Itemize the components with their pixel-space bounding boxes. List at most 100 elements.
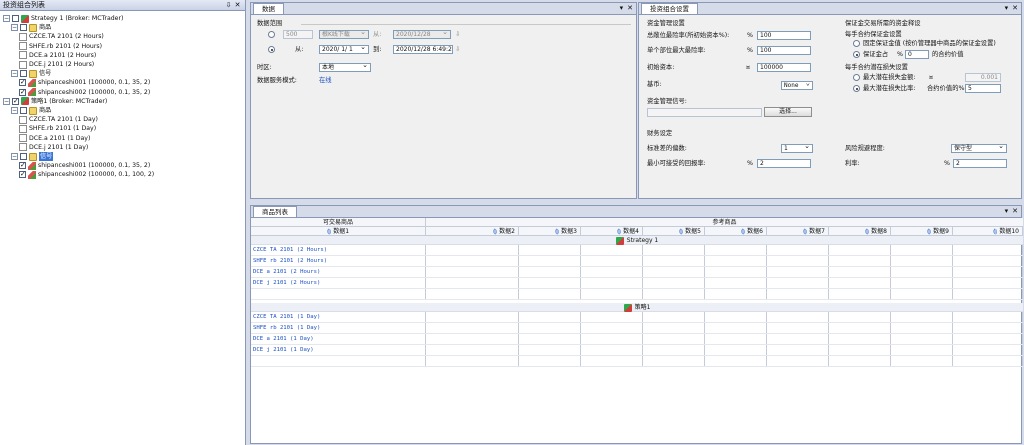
instrument-cell[interactable]: DCE j 2101 (1 Day) [251, 345, 426, 355]
total-risk-input[interactable]: 100 [757, 31, 811, 40]
data-cell[interactable] [643, 289, 705, 299]
data-cell[interactable] [426, 289, 519, 299]
data-cell[interactable] [426, 278, 519, 288]
table-row[interactable]: SHFE rb 2101 (1 Day) [251, 323, 1023, 334]
tree-checkbox[interactable] [12, 15, 19, 22]
min-return-input[interactable]: 2 [757, 159, 811, 168]
data-cell[interactable] [251, 356, 426, 366]
data-cell[interactable] [767, 345, 829, 355]
tree-node[interactable]: CZCE.TA 2101 (1 Day) [19, 115, 98, 124]
instrument-cell[interactable]: CZCE TA 2101 (2 Hours) [251, 245, 426, 255]
std-dev-select[interactable]: 1 [781, 143, 813, 153]
column-header[interactable]: ⟬⟭ 数据4 [581, 227, 643, 235]
data-cell[interactable] [953, 334, 1023, 344]
single-risk-input[interactable]: 100 [757, 46, 811, 55]
tree-node[interactable]: − 信号 [11, 152, 54, 161]
collapse-icon[interactable]: − [11, 24, 18, 32]
data-cell[interactable] [767, 256, 829, 266]
data-cell[interactable] [829, 256, 891, 266]
data-cell[interactable] [519, 278, 581, 288]
bars-unit-select[interactable]: 根K线下载 [319, 29, 369, 39]
margin-pct-radio[interactable] [853, 51, 860, 58]
data-cell[interactable] [705, 245, 767, 255]
data-cell[interactable] [891, 334, 953, 344]
money-signal-input[interactable] [647, 108, 762, 117]
data-cell[interactable] [891, 256, 953, 266]
tree-checkbox[interactable] [19, 78, 26, 87]
tree-checkbox[interactable] [12, 97, 19, 106]
tree-checkbox[interactable] [20, 107, 27, 114]
data-cell[interactable] [891, 278, 953, 288]
tree-node[interactable]: − Strategy 1 (Broker: MCTrader) [3, 14, 123, 23]
data-cell[interactable] [519, 312, 581, 322]
data-cell[interactable] [643, 267, 705, 277]
tab-instruments[interactable]: 商品列表 [253, 206, 297, 217]
tree-node[interactable]: DCE.j 2101 (2 Hours) [19, 60, 94, 69]
close-icon[interactable]: ✕ [1012, 207, 1018, 215]
collapse-icon[interactable]: − [11, 107, 18, 114]
tree-node[interactable]: − 商品 [11, 23, 51, 32]
instrument-cell[interactable]: SHFE rb 2101 (1 Day) [251, 323, 426, 333]
data-cell[interactable] [767, 245, 829, 255]
date-range-radio[interactable] [268, 46, 275, 53]
close-icon[interactable]: ✕ [1012, 4, 1018, 12]
data-cell[interactable] [519, 289, 581, 299]
data-cell[interactable] [891, 323, 953, 333]
data-cell[interactable] [643, 245, 705, 255]
data-cell[interactable] [643, 323, 705, 333]
data-cell[interactable] [581, 245, 643, 255]
column-header[interactable]: ⟬⟭ 数据10 [953, 227, 1023, 235]
date-from-select[interactable]: 2020/ 1/ 1 [319, 44, 369, 54]
data-cell[interactable] [953, 289, 1023, 299]
max-loss-amount-input[interactable]: 0.001 [965, 73, 1001, 82]
instrument-cell[interactable]: SHFE rb 2101 (2 Hours) [251, 256, 426, 266]
data-cell[interactable] [251, 289, 426, 299]
tree-node[interactable]: SHFE.rb 2101 (2 Hours) [19, 42, 102, 51]
data-cell[interactable] [643, 334, 705, 344]
data-cell[interactable] [953, 245, 1023, 255]
dropdown-icon[interactable]: ▾ [1005, 4, 1009, 12]
data-cell[interactable] [829, 334, 891, 344]
data-cell[interactable] [426, 256, 519, 266]
empty-row[interactable] [251, 289, 1023, 300]
data-cell[interactable] [581, 289, 643, 299]
column-header[interactable]: ⟬⟭ 数据2 [426, 227, 519, 235]
data-cell[interactable] [426, 356, 519, 366]
data-cell[interactable] [519, 256, 581, 266]
table-row[interactable]: DCE a 2101 (2 Hours) [251, 267, 1023, 278]
instrument-cell[interactable]: DCE a 2101 (1 Day) [251, 334, 426, 344]
data-cell[interactable] [829, 289, 891, 299]
pin-icon[interactable]: ⇩ [455, 30, 460, 39]
column-header[interactable]: ⟬⟭ 数据5 [643, 227, 705, 235]
data-cell[interactable] [705, 312, 767, 322]
strategy-group-row[interactable]: Strategy 1 [251, 236, 1023, 245]
currency-select[interactable]: None [781, 80, 813, 90]
collapse-icon[interactable]: − [3, 15, 10, 22]
data-cell[interactable] [705, 356, 767, 366]
data-cell[interactable] [891, 245, 953, 255]
data-cell[interactable] [581, 356, 643, 366]
instrument-cell[interactable]: DCE j 2101 (2 Hours) [251, 278, 426, 288]
collapse-icon[interactable]: − [11, 153, 18, 160]
data-cell[interactable] [581, 345, 643, 355]
data-cell[interactable] [426, 245, 519, 255]
tree-checkbox[interactable] [19, 88, 26, 97]
data-cell[interactable] [643, 356, 705, 366]
data-cell[interactable] [953, 278, 1023, 288]
data-cell[interactable] [829, 267, 891, 277]
tree-node[interactable]: shipanceshi001 (100000, 0.1, 35, 2) [19, 161, 150, 170]
bars-date-select[interactable]: 2020/12/28 [393, 29, 451, 39]
data-cell[interactable] [891, 312, 953, 322]
tree-checkbox[interactable] [20, 70, 27, 78]
margin-pct-input[interactable]: 0 [905, 50, 929, 59]
table-row[interactable]: DCE j 2101 (2 Hours) [251, 278, 1023, 289]
data-cell[interactable] [426, 267, 519, 277]
table-row[interactable]: DCE a 2101 (1 Day) [251, 334, 1023, 345]
data-cell[interactable] [953, 356, 1023, 366]
data-cell[interactable] [519, 345, 581, 355]
data-cell[interactable] [829, 356, 891, 366]
dropdown-icon[interactable]: ▾ [1005, 207, 1009, 215]
data-cell[interactable] [519, 267, 581, 277]
max-loss-amount-radio[interactable] [853, 74, 860, 81]
data-cell[interactable] [767, 289, 829, 299]
